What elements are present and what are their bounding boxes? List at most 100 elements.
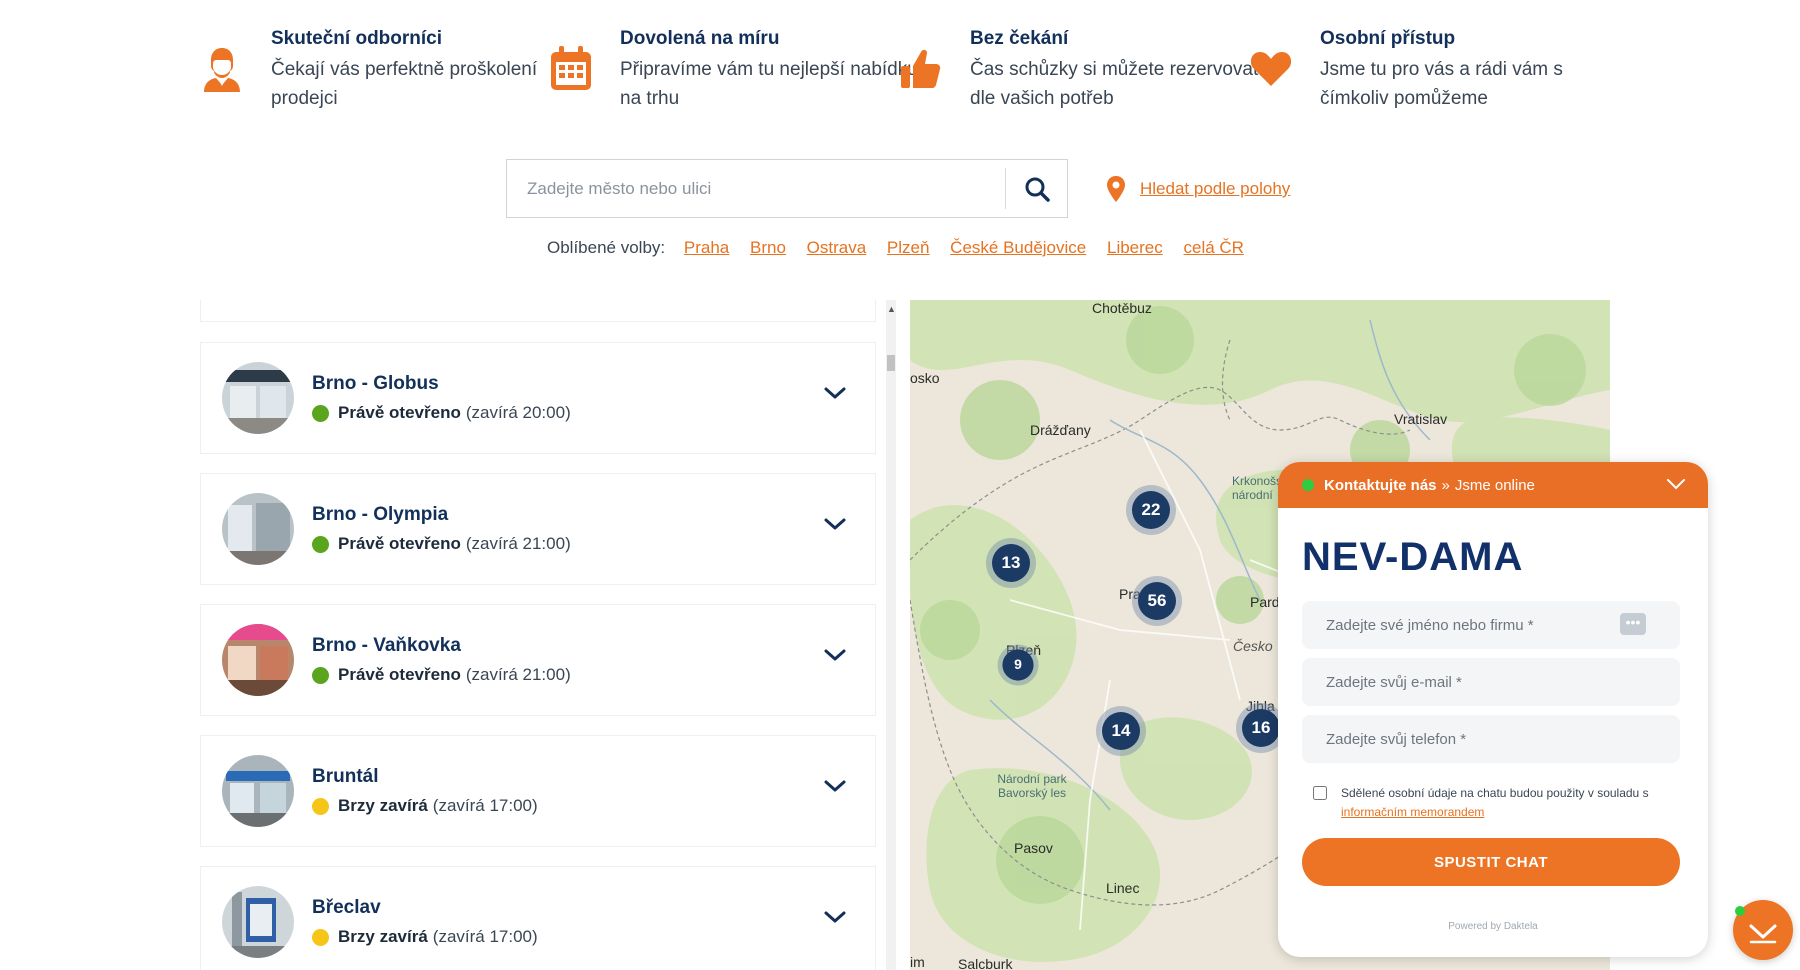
- chat-email-field[interactable]: [1302, 658, 1680, 706]
- favorite-link-brno[interactable]: Brno: [750, 238, 786, 257]
- store-name[interactable]: Brno - Olympia: [312, 504, 448, 526]
- store-list[interactable]: Brno - Globus Právě otevřeno (zavírá 20:0…: [200, 300, 876, 970]
- feature-title: Osobní přístup: [1320, 28, 1456, 49]
- chevron-down-icon[interactable]: [823, 647, 847, 663]
- store-photo: [222, 624, 294, 696]
- chevron-down-icon[interactable]: [823, 385, 847, 401]
- store-item[interactable]: Bruntál Brzy zavírá (zavírá 17:00): [200, 735, 876, 847]
- privacy-memorandum-link[interactable]: informačním memorandem: [1341, 805, 1484, 819]
- consent-checkbox[interactable]: [1313, 786, 1327, 800]
- chevron-down-icon[interactable]: [823, 516, 847, 532]
- chat-phone-field[interactable]: [1302, 715, 1680, 763]
- store-item[interactable]: Brno - Globus Právě otevřeno (zavírá 20:0…: [200, 342, 876, 454]
- search-input[interactable]: [507, 160, 1005, 217]
- scroll-up-icon[interactable]: ▲: [887, 304, 896, 314]
- svg-text:NEV-DAMA: NEV-DAMA: [1302, 535, 1523, 578]
- favorite-link-ostrava[interactable]: Ostrava: [807, 238, 867, 257]
- map-city-label: Pasov: [1014, 840, 1053, 856]
- store-item[interactable]: Brno - Olympia Právě otevřeno (zavírá 21:…: [200, 473, 876, 585]
- location-pin-icon: [1107, 176, 1125, 202]
- search-button[interactable]: [1006, 160, 1068, 217]
- store-item[interactable]: Břeclav Brzy zavírá (zavírá 17:00): [200, 866, 876, 970]
- favorite-link-liberec[interactable]: Liberec: [1107, 238, 1163, 257]
- map-city-label: Česko: [1233, 638, 1273, 654]
- feature-desc: Připravíme vám tu nejlepší nabídku na tr…: [620, 59, 918, 109]
- chat-consent: Sdělené osobní údaje na chatu budou použ…: [1313, 784, 1683, 822]
- chat-header-status: Jsme online: [1454, 476, 1535, 494]
- map-cluster[interactable]: 22: [1126, 485, 1176, 535]
- chat-header-title: Kontaktujte nás: [1324, 476, 1437, 494]
- chevron-down-icon[interactable]: [823, 909, 847, 925]
- map-city-label: Linec: [1106, 880, 1140, 896]
- chat-widget: Kontaktujte nás » Jsme online NEV-DAMA •…: [1278, 462, 1708, 957]
- geo-search: Hledat podle polohy: [1106, 176, 1290, 202]
- autofill-icon[interactable]: •••: [1620, 613, 1646, 635]
- feature-personal: Osobní přístup Jsme tu pro vás a rádi vá…: [1249, 26, 1589, 116]
- favorite-link-plzen[interactable]: Plzeň: [887, 238, 930, 257]
- store-status: Právě otevřeno (zavírá 20:00): [312, 403, 571, 423]
- map-city-label: Drážďany: [1030, 422, 1091, 438]
- store-status: Brzy zavírá (zavírá 17:00): [312, 927, 538, 947]
- features-row: Skuteční odborníci Čekají vás perfektně …: [200, 26, 1600, 116]
- map-city-label: osko: [910, 370, 940, 386]
- feature-tailored: Dovolená na míru Připravíme vám tu nejle…: [549, 26, 918, 116]
- feature-desc: Jsme tu pro vás a rádi vám s čímkoliv po…: [1320, 59, 1563, 109]
- list-scrollbar[interactable]: ▲: [886, 300, 896, 970]
- powered-by: Powered by Daktela: [1448, 921, 1538, 932]
- chat-toggle-button[interactable]: [1733, 900, 1793, 960]
- scrollbar-thumb[interactable]: [887, 355, 895, 371]
- search-icon: [1025, 177, 1050, 202]
- store-photo: [222, 362, 294, 434]
- store-photo: [222, 493, 294, 565]
- chat-header-separator: »: [1441, 476, 1450, 494]
- store-photo: [222, 886, 294, 958]
- online-indicator: [1735, 906, 1745, 916]
- map-city-label: Salcburk: [958, 956, 1013, 970]
- map-cluster[interactable]: 9: [997, 644, 1039, 686]
- feature-title: Skuteční odborníci: [271, 28, 443, 49]
- map-city-label: Chotěbuz: [1092, 300, 1152, 316]
- chevron-down-icon[interactable]: [823, 778, 847, 794]
- store-name[interactable]: Brno - Globus: [312, 373, 439, 395]
- store-status: Právě otevřeno (zavírá 21:00): [312, 534, 571, 554]
- online-indicator: [1302, 479, 1314, 491]
- store-name[interactable]: Bruntál: [312, 766, 379, 788]
- favorites-label: Oblíbené volby:: [547, 238, 666, 257]
- thumbs-up-icon: [901, 49, 941, 88]
- nev-dama-logo: NEV-DAMA: [1302, 535, 1523, 578]
- favorite-link-cela-cr[interactable]: celá ČR: [1183, 238, 1243, 257]
- favorite-choices: Oblíbené volby: Praha Brno Ostrava Plzeň…: [547, 238, 1260, 258]
- feature-title: Bez čekání: [970, 28, 1069, 49]
- store-name[interactable]: Brno - Vaňkovka: [312, 635, 461, 657]
- start-chat-button[interactable]: SPUSTIT CHAT: [1302, 838, 1680, 886]
- feature-no-waiting: Bez čekání Čas schůzky si můžete rezervo…: [899, 26, 1258, 116]
- map-city-label: Pard: [1250, 594, 1280, 610]
- store-photo: [222, 755, 294, 827]
- status-dot: [312, 666, 329, 684]
- status-dot: [312, 535, 329, 553]
- list-item[interactable]: [200, 300, 876, 322]
- favorite-link-praha[interactable]: Praha: [684, 238, 729, 257]
- feature-desc: Čekají vás perfektně proškolení prodejci: [271, 59, 538, 109]
- consent-text: Sdělené osobní údaje na chatu budou použ…: [1341, 786, 1649, 800]
- favorite-link-ceske-budejovice[interactable]: České Budějovice: [950, 238, 1086, 257]
- status-dot: [312, 404, 329, 422]
- calendar-icon: [551, 46, 591, 90]
- store-item[interactable]: Brno - Vaňkovka Právě otevřeno (zavírá 21…: [200, 604, 876, 716]
- search-by-location-link[interactable]: Hledat podle polohy: [1140, 179, 1290, 199]
- map-cluster[interactable]: 56: [1132, 576, 1182, 626]
- map-cluster[interactable]: 13: [986, 538, 1036, 588]
- status-dot: [312, 928, 329, 946]
- chat-header[interactable]: Kontaktujte nás » Jsme online: [1278, 462, 1708, 508]
- feature-desc: Čas schůzky si můžete rezervovat dle vaš…: [970, 59, 1259, 109]
- feature-experts: Skuteční odborníci Čekají vás perfektně …: [200, 26, 540, 116]
- map-city-label: im: [910, 954, 925, 970]
- minimize-chat-icon[interactable]: [1666, 477, 1686, 491]
- store-name[interactable]: Břeclav: [312, 897, 381, 919]
- map-city-label: Vratislav: [1394, 411, 1448, 427]
- store-status: Brzy zavírá (zavírá 17:00): [312, 796, 538, 816]
- search-box: [506, 159, 1068, 218]
- advisor-icon: [204, 48, 240, 92]
- map-cluster[interactable]: 14: [1096, 706, 1146, 756]
- heart-icon: [1250, 52, 1292, 86]
